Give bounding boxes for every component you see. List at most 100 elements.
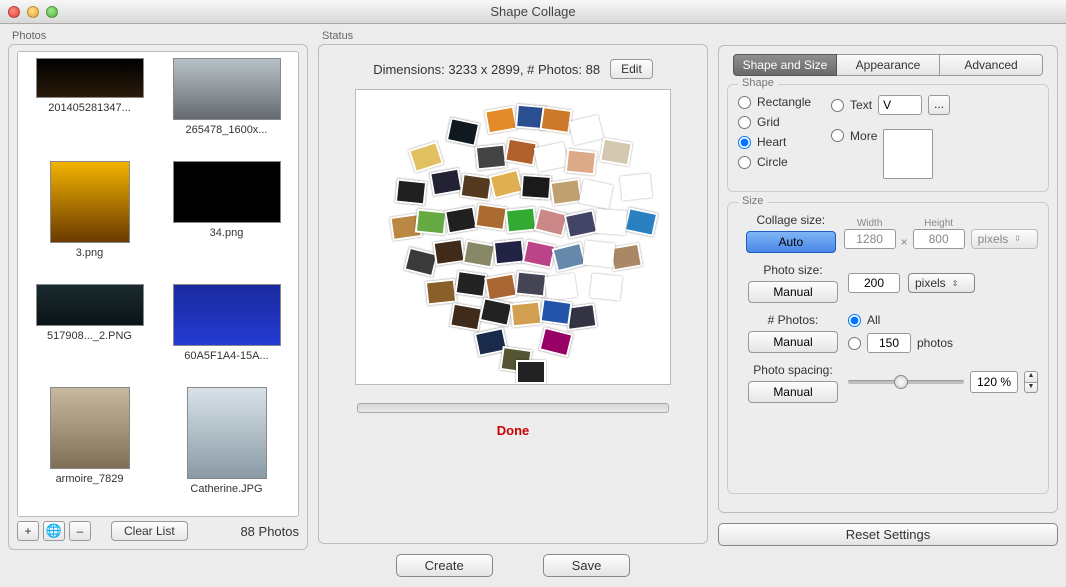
width-input[interactable] — [844, 229, 896, 249]
spacing-slider[interactable] — [848, 380, 964, 384]
num-photos-manual-button[interactable]: Manual — [748, 331, 838, 353]
photo-thumbnail[interactable]: 3.png — [24, 161, 155, 274]
spacing-input[interactable] — [970, 371, 1018, 393]
remove-photo-button[interactable]: – — [69, 521, 91, 541]
spacing-manual-button[interactable]: Manual — [748, 381, 838, 403]
photo-size-unit[interactable]: pixels⇳ — [908, 273, 975, 293]
collage-mini-photo — [595, 209, 627, 235]
shape-text-radio[interactable] — [831, 99, 844, 112]
collage-mini-photo — [395, 178, 427, 205]
add-photo-button[interactable]: + — [17, 521, 39, 541]
photo-count: 88 Photos — [240, 524, 299, 539]
collage-mini-photo — [425, 278, 457, 305]
collage-mini-photo — [534, 207, 569, 238]
collage-mini-photo — [599, 138, 633, 167]
collage-mini-photo — [479, 297, 513, 327]
thumbnail-image — [36, 284, 144, 326]
clear-list-button[interactable]: Clear List — [111, 521, 188, 541]
collage-mini-photo — [520, 174, 552, 200]
shape-grid[interactable]: Grid — [738, 115, 811, 129]
collage-mini-photo — [489, 169, 524, 200]
photos-all-radio[interactable]: All — [848, 313, 953, 327]
status-panel: Dimensions: 3233 x 2899, # Photos: 88 Ed… — [318, 44, 708, 544]
spacing-label: Photo spacing: — [738, 363, 848, 377]
thumbnail-caption: 517908..._2.PNG — [47, 330, 132, 342]
shape-text-input[interactable] — [878, 95, 922, 115]
thumbnail-caption: Catherine.JPG — [190, 483, 262, 495]
tab-shape-size[interactable]: Shape and Size — [733, 54, 837, 76]
photos-panel: 201405281347...265478_1600x... 3.png 34.pn… — [8, 44, 308, 550]
collage-mini-photo — [569, 115, 604, 146]
shape-circle[interactable]: Circle — [738, 155, 811, 169]
collage-size-auto-button[interactable]: Auto — [746, 231, 836, 253]
shape-more-radio[interactable] — [831, 129, 844, 142]
chevron-up-icon[interactable]: ▲ — [1024, 371, 1038, 382]
thumbnail-image — [50, 387, 130, 469]
collage-mini-photo — [505, 206, 537, 233]
collage-mini-photo — [620, 173, 652, 200]
collage-mini-photo — [493, 238, 525, 265]
photos-count-radio[interactable]: photos — [848, 333, 953, 353]
thumbnail-image — [50, 161, 130, 243]
thumbnail-image — [173, 161, 281, 223]
shape-more-label: More — [850, 129, 877, 143]
thumbnail-image — [187, 387, 267, 479]
shape-heart[interactable]: Heart — [738, 135, 811, 149]
web-photo-button[interactable]: 🌐 — [43, 521, 65, 541]
thumbnail-caption: 60A5F1A4-15A... — [184, 350, 268, 362]
photo-thumbnail[interactable]: 60A5F1A4-15A... — [161, 284, 292, 377]
photo-thumbnail[interactable]: 517908..._2.PNG — [24, 284, 155, 377]
photo-size-input[interactable] — [848, 273, 900, 293]
photo-size-label: Photo size: — [738, 263, 848, 277]
dimensions-text: Dimensions: 3233 x 2899, # Photos: 88 — [373, 62, 600, 77]
photo-thumbnail[interactable]: armoire_7829 — [24, 387, 155, 510]
photo-thumbnail[interactable]: 34.png — [161, 161, 292, 274]
shape-text-label: Text — [850, 98, 872, 112]
collage-mini-photo — [515, 270, 547, 297]
shape-text-more-button[interactable]: ... — [928, 95, 950, 115]
shape-custom-preview[interactable] — [883, 129, 933, 179]
collage-mini-photo — [624, 207, 658, 237]
progress-bar — [357, 403, 669, 413]
collage-size-unit[interactable]: pixels⇳ — [971, 229, 1038, 249]
thumbnail-image — [36, 58, 144, 98]
thumbnail-image — [173, 284, 281, 346]
photo-thumbnail[interactable]: Catherine.JPG — [161, 387, 292, 510]
collage-mini-photo — [522, 239, 556, 269]
collage-mini-photo — [590, 273, 622, 300]
photo-thumbnail[interactable]: 265478_1600x... — [161, 58, 292, 151]
tab-appearance[interactable]: Appearance — [837, 54, 940, 76]
height-input[interactable] — [913, 229, 965, 249]
chevron-updown-icon: ⇳ — [952, 279, 959, 288]
save-button[interactable]: Save — [543, 554, 631, 577]
collage-mini-photo — [408, 141, 444, 173]
collage-mini-photo — [539, 106, 572, 134]
photos-all-label: All — [867, 313, 880, 327]
titlebar: Shape Collage — [0, 0, 1066, 24]
collage-mini-photo — [484, 273, 518, 302]
photo-grid[interactable]: 201405281347...265478_1600x... 3.png 34.pn… — [17, 51, 299, 517]
photo-thumbnail[interactable]: 201405281347... — [24, 58, 155, 151]
chevron-down-icon[interactable]: ▼ — [1024, 382, 1038, 393]
edit-button[interactable]: Edit — [610, 59, 653, 79]
collage-mini-photo — [539, 327, 574, 358]
collage-mini-photo — [454, 270, 487, 298]
width-label: Width — [857, 218, 883, 229]
shape-heart-label: Heart — [757, 135, 786, 149]
slider-thumb[interactable] — [894, 375, 908, 389]
collage-mini-photo — [564, 209, 598, 239]
collage-mini-photo — [544, 273, 577, 301]
photo-size-manual-button[interactable]: Manual — [748, 281, 838, 303]
shape-rectangle[interactable]: Rectangle — [738, 95, 811, 109]
reset-settings-button[interactable]: Reset Settings — [718, 523, 1058, 546]
thumbnail-image — [173, 58, 281, 120]
shape-grid-label: Grid — [757, 115, 780, 129]
spacing-stepper[interactable]: ▲ ▼ — [1024, 371, 1038, 393]
tab-advanced[interactable]: Advanced — [940, 54, 1043, 76]
photos-count-input[interactable] — [867, 333, 911, 353]
thumbnail-caption: 3.png — [76, 247, 104, 259]
shape-group: Shape Rectangle Grid Heart Circle Text — [727, 84, 1049, 192]
create-button[interactable]: Create — [396, 554, 493, 577]
collage-mini-photo — [583, 240, 615, 267]
collage-mini-photo — [462, 240, 496, 269]
